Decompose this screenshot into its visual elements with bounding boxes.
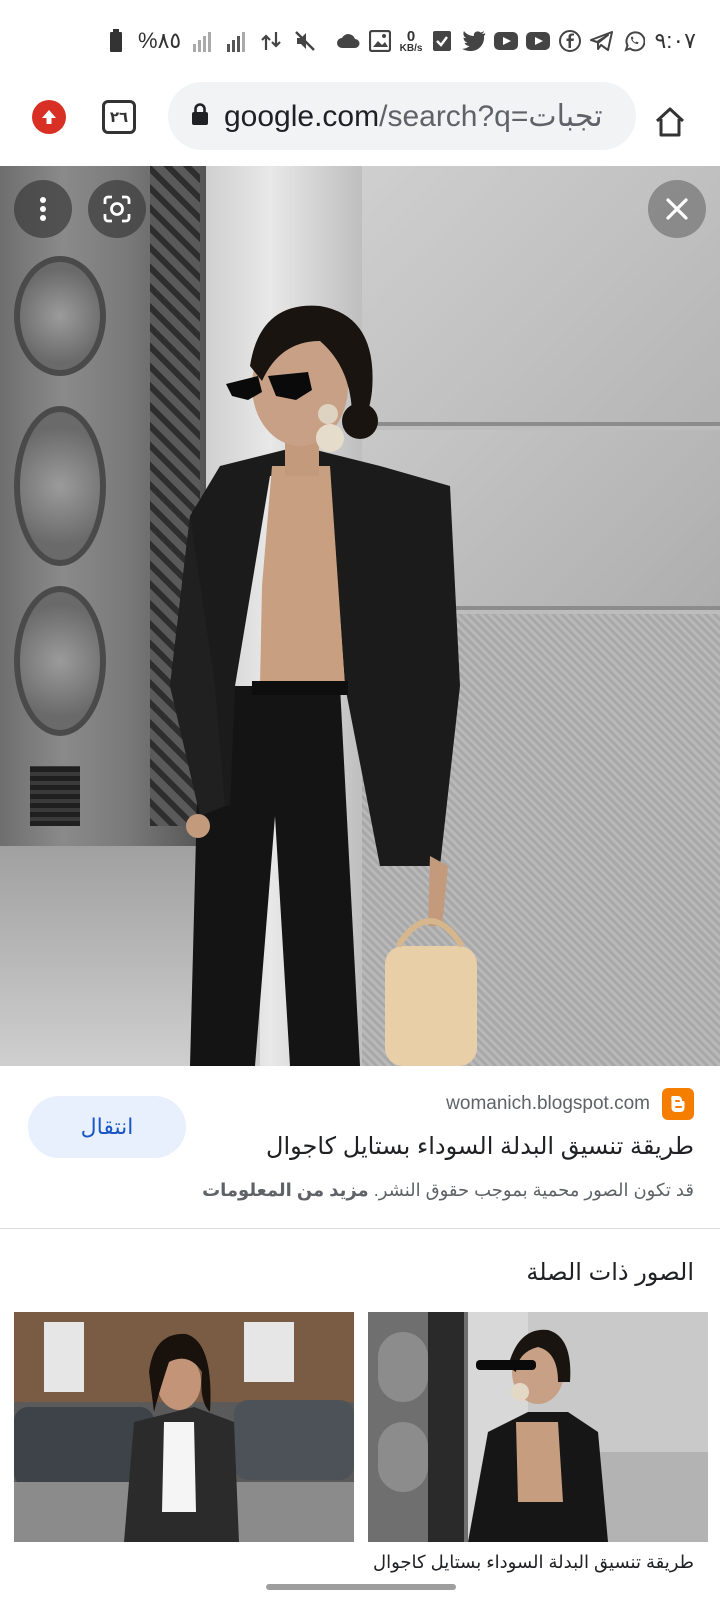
home-icon [655,107,685,137]
telegram-icon [590,29,614,53]
source-domain[interactable]: womanich.blogspot.com [446,1093,650,1115]
copyright-notice: قد تكون الصور محمية بموجب حقوق النشر. مز… [202,1180,694,1201]
lock-icon [190,102,210,131]
mute-icon [293,29,317,53]
url-host: google.com [224,99,380,133]
status-right-group: 0 KB/s ٩:٠٧ [336,28,696,54]
checklist-icon [430,29,454,53]
status-left-group: %٨٥ [104,28,317,54]
image-preview[interactable] [0,166,720,1066]
clock-time: ٩:٠٧ [654,28,696,53]
more-vert-icon [40,197,46,221]
address-bar[interactable]: google.com/search?q=تجبات [168,82,636,150]
related-thumbnail-woman-suit [368,1312,708,1542]
cloud-icon [336,29,360,53]
battery-icon [104,29,128,53]
gesture-nav-handle[interactable] [266,1584,456,1590]
visit-button[interactable]: انتقال [28,1096,186,1158]
url-query: تجبات [528,99,603,133]
signal-icon [191,29,215,53]
youtube-icon-2 [526,29,551,53]
update-chrome-button[interactable] [32,100,66,134]
gallery-icon [368,29,392,53]
close-preview-button[interactable] [648,180,706,238]
source-row[interactable]: womanich.blogspot.com [446,1088,694,1120]
network-speed-value: 0 [406,27,416,45]
whatsapp-icon [622,29,646,53]
home-button[interactable] [642,94,698,150]
facebook-icon [558,29,582,53]
related-images-heading: الصور ذات الصلة [526,1259,694,1286]
image-result-info: womanich.blogspot.com طريقة تنسيق البدلة… [0,1066,720,1228]
battery-percent: %٨٥ [138,28,182,53]
twitter-icon [462,29,486,53]
arrow-up-icon [42,110,56,124]
close-icon [666,198,688,220]
status-bar: %٨٥ 0 KB/s ٩:٠٧ [0,0,720,80]
network-speed-unit: KB/s [399,42,423,54]
more-info-link[interactable]: مزيد من المعلومات [202,1180,369,1200]
google-lens-button[interactable] [88,180,146,238]
related-image-1[interactable] [368,1312,708,1542]
url-path: /search?q= [379,99,529,133]
blogger-icon [662,1088,694,1120]
copyright-text: قد تكون الصور محمية بموجب حقوق النشر. [373,1180,694,1200]
lens-icon [103,195,131,223]
data-transfer-icon [259,29,283,53]
tab-switcher-button[interactable]: ٢٦ [102,100,136,134]
more-options-button[interactable] [14,180,72,238]
section-divider [0,1228,720,1229]
woman-in-black-suit [170,305,477,1066]
related-thumbnail-woman-street [14,1312,354,1542]
url-text: google.com/search?q=تجبات [224,99,603,134]
signal-icon-2 [225,29,249,53]
result-title[interactable]: طريقة تنسيق البدلة السوداء بستايل كاجوال [266,1132,694,1161]
network-speed-indicator: 0 KB/s [400,29,423,54]
related-image-1-caption[interactable]: طريقة تنسيق البدلة السوداء بستايل كاجوال [373,1552,694,1573]
browser-toolbar: ٢٦ google.com/search?q=تجبات [0,80,720,164]
youtube-icon [494,29,519,53]
related-image-2[interactable] [14,1312,354,1542]
